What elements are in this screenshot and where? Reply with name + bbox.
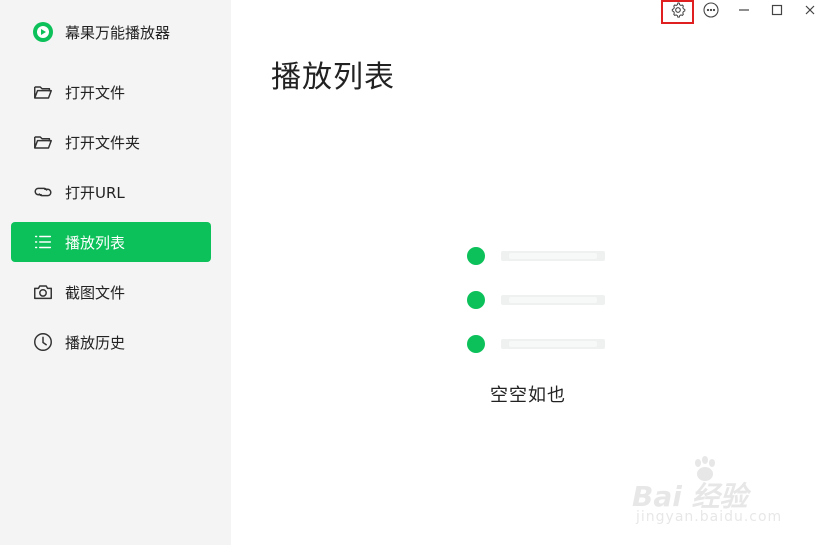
sidebar-item-playlist[interactable]: 播放列表 [11,222,211,262]
minimize-icon [736,2,752,22]
minimize-button[interactable] [727,0,760,24]
placeholder-dot [467,247,485,265]
placeholder-row [466,246,606,266]
settings-icon [670,2,686,22]
close-icon [802,2,818,22]
more-button[interactable] [694,0,727,24]
watermark-sub: jingyan.baidu.com [636,509,783,525]
maximize-button[interactable] [760,0,793,24]
sidebar-item-label: 播放历史 [65,333,126,352]
app-brand: 幕果万能播放器 [33,21,170,43]
sidebar: 幕果万能播放器 打开文件 打开文件夹 打开URL 播放列表 截图文件 播放历史 [0,0,231,545]
title-bar [661,0,826,24]
sidebar-item-label: 播放列表 [65,233,126,252]
sidebar-item-label: 截图文件 [65,283,126,302]
empty-state-text: 空空如也 [490,385,566,406]
sidebar-item-screenshots[interactable]: 截图文件 [11,272,211,312]
link-icon [31,180,55,204]
maximize-icon [769,2,785,22]
sidebar-item-history[interactable]: 播放历史 [11,322,211,362]
placeholder-dot [467,291,485,309]
folder-open-icon [31,80,55,104]
clock-icon [31,330,55,354]
placeholder-bar [501,339,605,349]
sidebar-nav: 打开文件 打开文件夹 打开URL 播放列表 截图文件 播放历史 [11,72,211,372]
placeholder-bar [501,295,605,305]
placeholder-dot [467,335,485,353]
camera-icon [31,280,55,304]
placeholder-bar [501,251,605,261]
settings-button[interactable] [661,0,694,24]
app-logo-icon [33,22,53,42]
more-icon [702,2,719,22]
sidebar-item-open-url[interactable]: 打开URL [11,172,211,212]
app-name: 幕果万能播放器 [65,23,171,42]
watermark: Bai 经验 jingyan.baidu.com [632,455,822,530]
placeholder-row [466,290,606,310]
sidebar-item-open-file[interactable]: 打开文件 [11,72,211,112]
close-button[interactable] [793,0,826,24]
placeholder-row [466,334,606,354]
sidebar-item-label: 打开文件夹 [65,133,141,152]
empty-state-illustration [466,246,606,378]
sidebar-item-label: 打开文件 [65,83,126,102]
folder-open-icon [31,130,55,154]
page-title: 播放列表 [271,60,395,95]
sidebar-item-label: 打开URL [65,183,125,202]
sidebar-item-open-folder[interactable]: 打开文件夹 [11,122,211,162]
list-icon [31,230,55,254]
